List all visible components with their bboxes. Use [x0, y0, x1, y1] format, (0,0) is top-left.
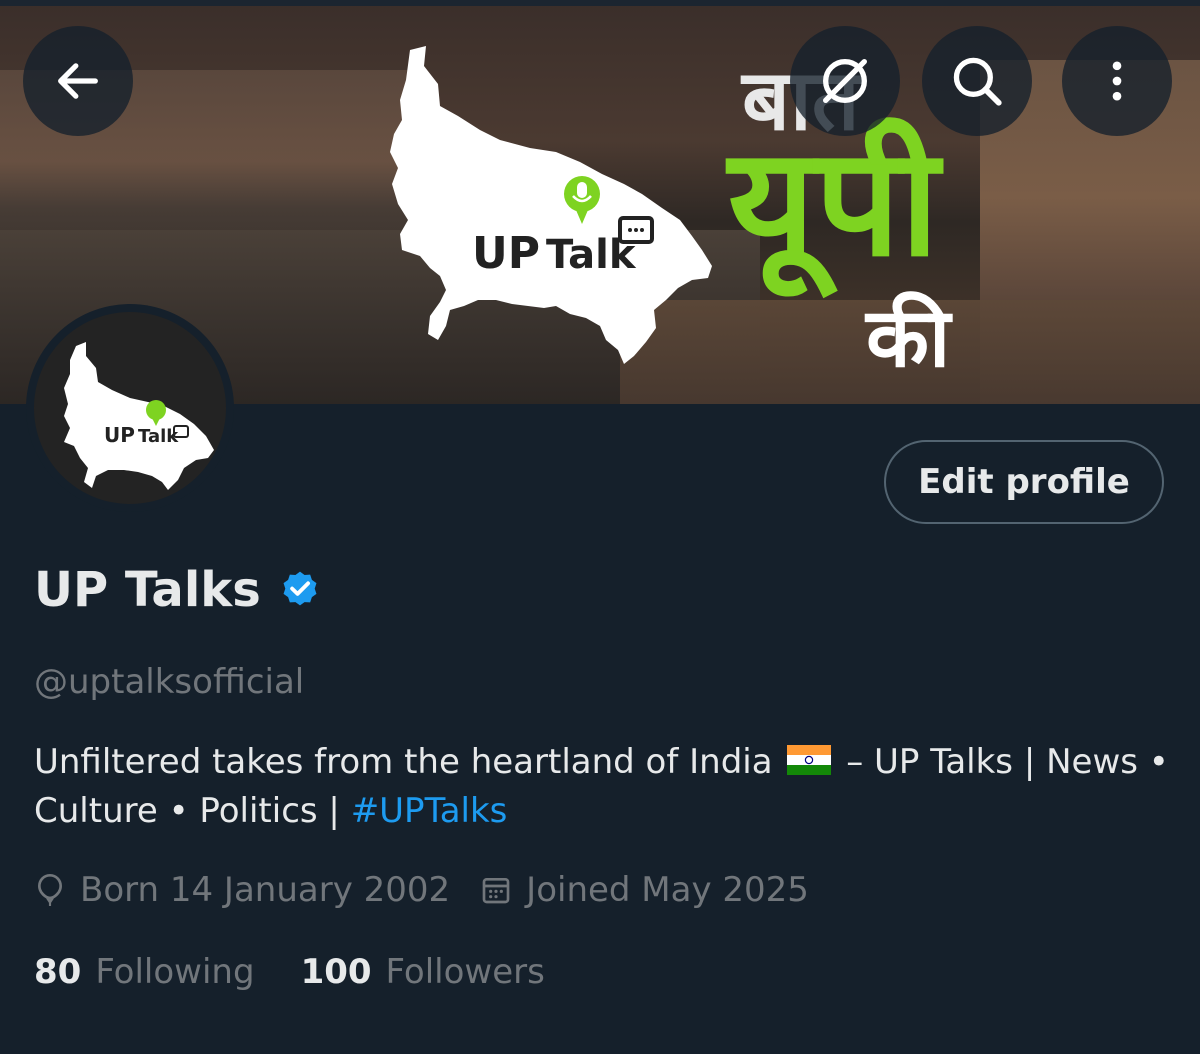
- status-strip: [0, 0, 1200, 6]
- search-button[interactable]: [922, 26, 1032, 136]
- search-icon: [953, 57, 1002, 106]
- followers-count: 100: [300, 952, 372, 992]
- name-row: UP Talks: [34, 562, 321, 618]
- arrow-left-icon: [58, 63, 98, 99]
- bio-hashtag-link[interactable]: #UPTalks: [351, 791, 508, 831]
- avatar-image: UP Talk: [34, 312, 226, 504]
- grok-icon: [823, 59, 867, 103]
- born-item: Born 14 January 2002: [34, 870, 450, 910]
- profile-bio: Unfiltered takes from the heartland of I…: [34, 738, 1174, 836]
- more-vertical-icon: [1112, 61, 1122, 101]
- edit-profile-button[interactable]: Edit profile: [884, 440, 1164, 524]
- avatar-logo-up: UP: [104, 423, 135, 447]
- avatar-up-map-logo: UP Talk: [64, 342, 214, 490]
- india-flag-icon: [787, 745, 832, 775]
- followers-link[interactable]: 100 Followers: [301, 952, 545, 992]
- more-options-button[interactable]: [1062, 26, 1172, 136]
- user-handle: @uptalksofficial: [34, 662, 305, 702]
- joined-item: Joined May 2025: [480, 870, 809, 910]
- calendar-icon: [482, 878, 510, 904]
- banner-logo-talk: Talk: [546, 232, 637, 278]
- follow-stats: 80 Following 100 Followers: [34, 952, 591, 992]
- display-name: UP Talks: [34, 562, 261, 618]
- balloon-icon: [37, 873, 63, 906]
- following-count: 80: [34, 952, 82, 992]
- born-date: Born 14 January 2002: [80, 870, 451, 910]
- profile-meta: Born 14 January 2002 Joined May 2025: [34, 870, 839, 910]
- back-button[interactable]: [23, 26, 133, 136]
- joined-date: Joined May 2025: [526, 870, 809, 910]
- profile-avatar[interactable]: UP Talk: [26, 304, 234, 512]
- banner-hindi-upi: यूपी: [728, 116, 940, 290]
- verified-badge-icon[interactable]: [279, 569, 321, 611]
- banner-logo-up: UP: [472, 228, 540, 279]
- banner-hindi-ki: की: [866, 291, 951, 386]
- up-map-logo: UP Talk: [390, 46, 712, 364]
- following-label: Following: [95, 952, 255, 992]
- followers-label: Followers: [385, 952, 545, 992]
- bio-text-start: Unfiltered takes from the heartland of I…: [34, 742, 773, 782]
- following-link[interactable]: 80 Following: [34, 952, 255, 992]
- grok-button[interactable]: [790, 26, 900, 136]
